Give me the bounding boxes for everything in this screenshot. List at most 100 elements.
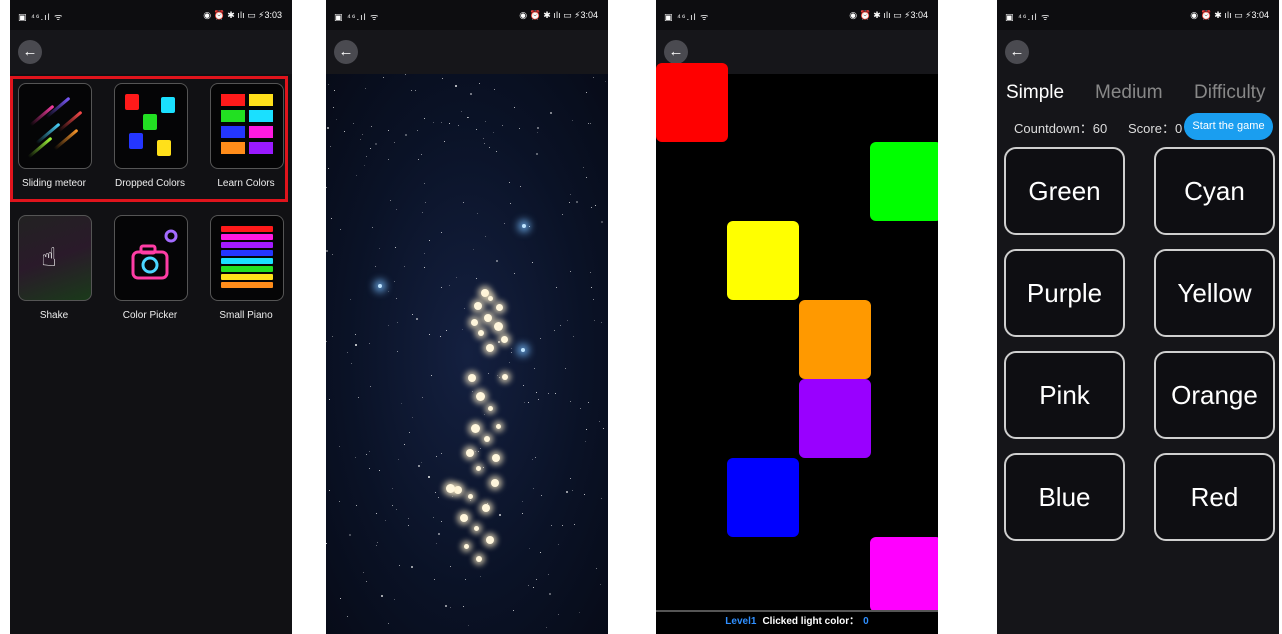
star bbox=[418, 159, 419, 160]
tab-difficulty[interactable]: Difficulty bbox=[1194, 82, 1265, 104]
star bbox=[444, 141, 445, 142]
color-block-yellow[interactable] bbox=[727, 221, 799, 300]
star bbox=[529, 548, 530, 549]
star bbox=[463, 606, 464, 607]
learn-colors-tile[interactable] bbox=[210, 83, 284, 169]
color-block-purple[interactable] bbox=[799, 379, 871, 458]
star bbox=[409, 432, 410, 433]
start-game-button[interactable]: Start the game bbox=[1184, 113, 1273, 140]
tab-simple[interactable]: Simple bbox=[1006, 82, 1064, 104]
small-piano-tile[interactable] bbox=[210, 215, 284, 301]
color-picker-tile[interactable] bbox=[114, 215, 188, 301]
color-block-orange[interactable] bbox=[799, 300, 871, 379]
glowing-star bbox=[476, 556, 482, 562]
star bbox=[356, 505, 357, 506]
color-button-cyan[interactable]: Cyan bbox=[1154, 147, 1275, 235]
app-label: Dropped Colors bbox=[114, 178, 186, 189]
star bbox=[522, 513, 523, 514]
back-arrow-icon[interactable]: ← bbox=[664, 40, 688, 64]
back-arrow-icon[interactable]: ← bbox=[1005, 40, 1029, 64]
star bbox=[588, 123, 589, 124]
star bbox=[593, 77, 594, 78]
star bbox=[405, 134, 407, 136]
star bbox=[499, 377, 500, 378]
color-button-blue[interactable]: Blue bbox=[1004, 453, 1125, 541]
back-arrow-icon[interactable]: ← bbox=[334, 40, 358, 64]
star bbox=[421, 154, 422, 155]
star bbox=[397, 351, 398, 352]
star bbox=[327, 127, 329, 129]
star bbox=[326, 250, 328, 252]
star bbox=[429, 240, 430, 241]
star bbox=[584, 494, 585, 495]
sparkle-star bbox=[378, 284, 382, 288]
star bbox=[438, 533, 440, 535]
star bbox=[366, 581, 367, 582]
star bbox=[424, 118, 425, 119]
status-left: ▣ ⁴⁶.ıl ᯤ bbox=[1005, 12, 1051, 22]
color-block-red[interactable] bbox=[656, 63, 728, 142]
glowing-star bbox=[486, 344, 494, 352]
star bbox=[379, 248, 380, 249]
tab-medium[interactable]: Medium bbox=[1095, 82, 1163, 104]
status-bar: ▣ ⁴⁶.ıl ᯤ ◉ ⏰ ✱ ıǀı ▭ ⚡3:03 bbox=[10, 0, 292, 30]
star bbox=[509, 182, 510, 183]
star bbox=[336, 119, 337, 120]
star bbox=[509, 362, 510, 363]
star bbox=[388, 159, 389, 160]
color-button-red[interactable]: Red bbox=[1154, 453, 1275, 541]
color-button-pink[interactable]: Pink bbox=[1004, 351, 1125, 439]
star bbox=[576, 201, 578, 203]
back-arrow-icon[interactable]: ← bbox=[18, 40, 42, 64]
color-button-green[interactable]: Green bbox=[1004, 147, 1125, 235]
star bbox=[558, 614, 559, 615]
star bbox=[514, 273, 515, 274]
star bbox=[366, 156, 367, 157]
star bbox=[441, 521, 442, 522]
star bbox=[395, 247, 396, 248]
color-button-orange[interactable]: Orange bbox=[1154, 351, 1275, 439]
star bbox=[524, 402, 525, 403]
star bbox=[533, 587, 534, 588]
star bbox=[605, 81, 606, 82]
star bbox=[536, 392, 537, 393]
star bbox=[334, 90, 335, 91]
glowing-star bbox=[496, 424, 501, 429]
star bbox=[590, 123, 591, 124]
glowing-star bbox=[491, 479, 499, 487]
status-bar: ▣ ⁴⁶.ıl ᯤ ◉ ⏰ ✱ ıǀı ▭ ⚡3:04 bbox=[997, 0, 1279, 30]
color-block-magenta[interactable] bbox=[870, 537, 938, 612]
star bbox=[353, 123, 354, 124]
game-footer: Level1 Clicked light color： 0 bbox=[656, 610, 938, 634]
star bbox=[456, 277, 457, 278]
star bbox=[404, 266, 405, 267]
color-block-blue[interactable] bbox=[727, 458, 799, 537]
star bbox=[468, 625, 469, 626]
learn-colors-screen: ▣ ⁴⁶.ıl ᯤ ◉ ⏰ ✱ ıǀı ▭ ⚡3:04 ← Simple Med… bbox=[997, 0, 1279, 634]
star bbox=[555, 393, 556, 394]
star bbox=[548, 393, 549, 394]
shake-tile[interactable]: ☝ bbox=[18, 215, 92, 301]
star bbox=[332, 254, 333, 255]
star bbox=[349, 534, 351, 536]
starfield-canvas[interactable] bbox=[326, 74, 608, 634]
star bbox=[366, 454, 367, 455]
star bbox=[537, 127, 539, 129]
color-button-purple[interactable]: Purple bbox=[1004, 249, 1125, 337]
color-button-yellow[interactable]: Yellow bbox=[1154, 249, 1275, 337]
star bbox=[350, 299, 351, 300]
star bbox=[590, 272, 591, 273]
star bbox=[480, 576, 481, 577]
star bbox=[586, 92, 587, 93]
sliding-meteor-tile[interactable] bbox=[18, 83, 92, 169]
dropped-colors-tile[interactable] bbox=[114, 83, 188, 169]
color-block-green[interactable] bbox=[870, 142, 938, 221]
star bbox=[328, 168, 329, 169]
star bbox=[558, 544, 559, 545]
star bbox=[593, 299, 594, 300]
star bbox=[588, 402, 589, 403]
star bbox=[540, 338, 541, 339]
star bbox=[339, 446, 340, 447]
star bbox=[586, 429, 587, 430]
star bbox=[388, 291, 389, 292]
